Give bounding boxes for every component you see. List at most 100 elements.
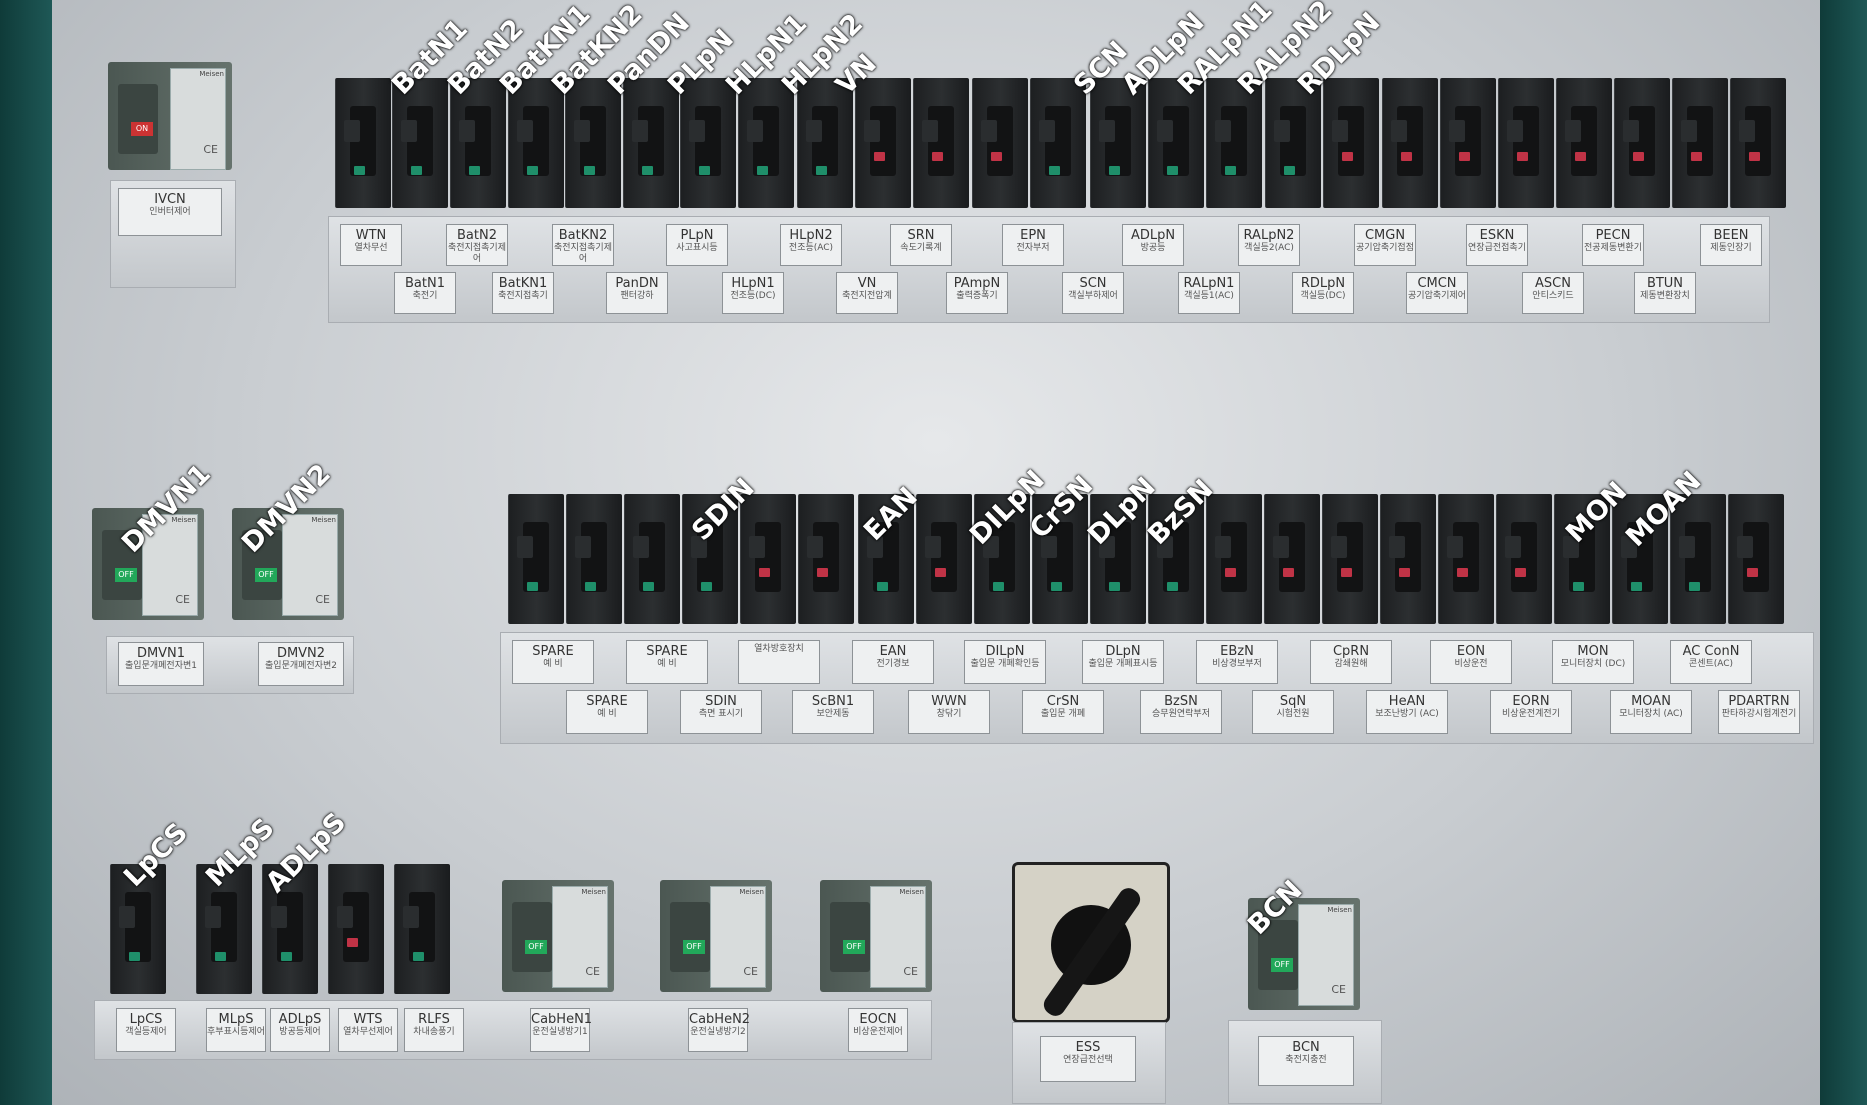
top-breaker[interactable]	[913, 78, 969, 208]
top-breaker[interactable]	[1498, 78, 1554, 208]
label-code: ScBN1	[811, 694, 855, 709]
breaker-lever[interactable]	[747, 120, 768, 175]
breaker-lever[interactable]	[119, 906, 140, 961]
top-breaker[interactable]	[1672, 78, 1728, 208]
breaker-lever[interactable]	[689, 120, 710, 175]
bottom-breaker[interactable]	[328, 864, 384, 994]
breaker-lever[interactable]	[1157, 120, 1178, 175]
breaker-lever[interactable]	[749, 536, 770, 577]
mid-breaker[interactable]	[508, 494, 564, 624]
breaker-lever[interactable]	[344, 120, 365, 175]
state-indicator	[1225, 568, 1236, 577]
mid-breaker[interactable]	[916, 494, 972, 624]
mid-breaker[interactable]	[624, 494, 680, 624]
mid-breaker[interactable]	[566, 494, 622, 624]
breaker-lever[interactable]	[925, 536, 946, 577]
mid-breaker[interactable]	[1322, 494, 1378, 624]
breaker-lever[interactable]	[401, 120, 422, 175]
cabhen1-breaker[interactable]: OFF Meisen CE	[502, 880, 614, 992]
breaker-lever[interactable]	[1565, 120, 1586, 161]
breaker-lever[interactable]	[1215, 120, 1236, 175]
mid-breaker[interactable]	[798, 494, 854, 624]
brand-label: Meisen	[581, 888, 606, 896]
top-breaker[interactable]	[623, 78, 679, 208]
breaker-lever[interactable]	[403, 906, 424, 961]
top-breaker[interactable]	[1556, 78, 1612, 208]
label-btun: BTUN 제동변환장치	[1634, 272, 1696, 314]
eocn-breaker[interactable]: OFF Meisen CE	[820, 880, 932, 992]
bottom-breaker[interactable]	[394, 864, 450, 994]
top-breaker[interactable]	[738, 78, 794, 208]
breaker-toggle[interactable]: OFF	[830, 902, 870, 972]
top-breaker[interactable]	[392, 78, 448, 208]
breaker-lever[interactable]	[1447, 536, 1468, 577]
label-code: MON	[1577, 644, 1609, 659]
breaker-lever[interactable]	[1273, 536, 1294, 577]
brand-label: Meisen	[311, 516, 336, 524]
ce-mark-icon: CE	[903, 965, 918, 978]
cabhen2-breaker[interactable]: OFF Meisen CE	[660, 880, 772, 992]
breaker-lever[interactable]	[517, 120, 538, 175]
top-breaker[interactable]	[1030, 78, 1086, 208]
breaker-lever[interactable]	[575, 536, 596, 591]
breaker-lever[interactable]	[517, 536, 538, 591]
breaker-lever[interactable]	[1331, 536, 1352, 577]
breaker-lever[interactable]	[271, 906, 292, 961]
label-desc: 공기압축기제어	[1408, 291, 1466, 301]
label-code: ADLpS	[278, 1012, 322, 1027]
breaker-lever[interactable]	[1274, 120, 1295, 175]
mid-breaker[interactable]	[1264, 494, 1320, 624]
mid-breaker[interactable]	[1380, 494, 1436, 624]
breaker-lever[interactable]	[1623, 120, 1644, 161]
mid-breaker[interactable]	[1206, 494, 1262, 624]
breaker-lever[interactable]	[1099, 120, 1120, 175]
state-indicator	[1049, 166, 1060, 175]
breaker-lever[interactable]	[1681, 120, 1702, 161]
breaker-toggle[interactable]: ON	[118, 84, 158, 154]
breaker-lever[interactable]	[459, 120, 480, 175]
state-indicator	[1515, 568, 1526, 577]
mid-breaker[interactable]	[1496, 494, 1552, 624]
top-breaker[interactable]	[1382, 78, 1438, 208]
ivcn-breaker[interactable]: ON Meisen CE	[108, 62, 232, 170]
top-breaker[interactable]	[565, 78, 621, 208]
top-breaker[interactable]	[335, 78, 391, 208]
ess-rotary-selector[interactable]	[1039, 884, 1145, 1020]
top-breaker[interactable]	[855, 78, 911, 208]
top-breaker[interactable]	[680, 78, 736, 208]
breaker-lever[interactable]	[1391, 120, 1412, 161]
breaker-toggle[interactable]: OFF	[512, 902, 552, 972]
top-breaker[interactable]	[972, 78, 1028, 208]
top-breaker[interactable]	[450, 78, 506, 208]
mid-breaker[interactable]	[1438, 494, 1494, 624]
breaker-lever[interactable]	[806, 120, 827, 175]
breaker-lever[interactable]	[1389, 536, 1410, 577]
top-breaker[interactable]	[797, 78, 853, 208]
breaker-lever[interactable]	[337, 906, 358, 947]
breaker-lever[interactable]	[574, 120, 595, 175]
breaker-lever[interactable]	[205, 906, 226, 961]
top-breaker[interactable]	[1323, 78, 1379, 208]
top-breaker[interactable]	[1440, 78, 1496, 208]
mid-breaker[interactable]	[1728, 494, 1784, 624]
mid-breaker[interactable]	[740, 494, 796, 624]
breaker-lever[interactable]	[1679, 536, 1700, 591]
top-breaker[interactable]	[1730, 78, 1786, 208]
breaker-lever[interactable]	[981, 120, 1002, 161]
breaker-lever[interactable]	[1737, 536, 1758, 577]
breaker-lever[interactable]	[633, 536, 654, 591]
breaker-lever[interactable]	[1507, 120, 1528, 161]
breaker-lever[interactable]	[632, 120, 653, 175]
breaker-lever[interactable]	[864, 120, 885, 161]
top-breaker[interactable]	[1614, 78, 1670, 208]
breaker-lever[interactable]	[807, 536, 828, 577]
breaker-lever[interactable]	[1449, 120, 1470, 161]
breaker-lever[interactable]	[1739, 120, 1760, 161]
breaker-lever[interactable]	[1215, 536, 1236, 577]
breaker-toggle[interactable]: OFF	[670, 902, 710, 972]
breaker-lever[interactable]	[1039, 120, 1060, 175]
selector-handle[interactable]	[1039, 884, 1145, 1020]
breaker-lever[interactable]	[1505, 536, 1526, 577]
breaker-lever[interactable]	[1332, 120, 1353, 161]
breaker-lever[interactable]	[922, 120, 943, 161]
